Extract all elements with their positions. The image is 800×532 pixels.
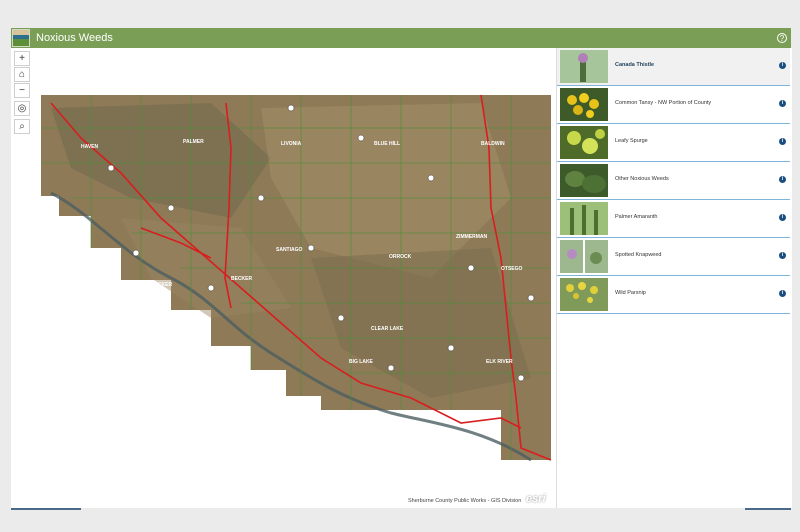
weed-item-leafy-spurge[interactable]: Leafy Spurge i (557, 124, 790, 162)
weed-item-label: Palmer Amaranth (615, 214, 658, 220)
town-label-otsego: OTSEGO (501, 266, 523, 272)
bottom-accent-left (11, 508, 81, 510)
info-icon[interactable]: i (779, 252, 786, 259)
info-icon[interactable]: i (779, 214, 786, 221)
town-label-zimmerman: ZIMMERMAN (456, 234, 487, 240)
esri-logo[interactable]: esri (526, 493, 546, 505)
town-label-palmer: PALMER (183, 139, 204, 145)
info-icon[interactable]: i (779, 176, 786, 183)
weed-item-label: Leafy Spurge (615, 138, 648, 144)
weed-list-panel: Canada Thistle i Common Tansy - NW Porti… (556, 48, 792, 508)
town-label-livonia: LIVONIA (281, 141, 302, 147)
weed-item-canada-thistle[interactable]: Canada Thistle i (557, 48, 790, 86)
info-icon[interactable]: i (779, 290, 786, 297)
town-label-elk-river: ELK RIVER (486, 359, 513, 365)
weed-item-label: Common Tansy - NW Portion of County (615, 100, 712, 106)
town-label-baldwin: BALDWIN (481, 141, 505, 147)
weed-item-other-noxious-weeds[interactable]: Other Noxious Weeds i (557, 162, 790, 200)
town-label-santiago: SANTIAGO (276, 247, 303, 253)
town-label-clear-lake: CLEAR LAKE (371, 326, 404, 332)
town-label-becker: BECKER (151, 282, 173, 288)
home-button[interactable]: ⌂ (14, 67, 30, 82)
canada-thistle-thumbnail (560, 50, 608, 83)
bottom-accent-right (745, 508, 791, 510)
wild-parsnip-thumbnail (560, 278, 608, 311)
info-icon[interactable]: i (779, 62, 786, 69)
app-logo (12, 29, 30, 47)
weed-item-spotted-knapweed[interactable]: Spotted Knapweed i (557, 238, 790, 276)
weed-item-label: Canada Thistle (615, 62, 655, 68)
app-window: Noxious Weeds ? HAVEN PALMER LIVONIA BLU… (11, 28, 792, 508)
search-button[interactable]: ⌕ (14, 119, 30, 134)
weed-item-label: Wild Parsnip (615, 290, 646, 296)
spotted-knapweed-thumbnail (560, 240, 608, 273)
town-label-blue-hill: BLUE HILL (374, 141, 400, 147)
map-view[interactable]: HAVEN PALMER LIVONIA BLUE HILL BALDWIN B… (11, 48, 556, 508)
weed-item-palmer-amaranth[interactable]: Palmer Amaranth i (557, 200, 790, 238)
weed-item-wild-parsnip[interactable]: Wild Parsnip i (557, 276, 790, 314)
zoom-in-button[interactable]: + (14, 51, 30, 66)
info-icon[interactable]: i (779, 100, 786, 107)
common-tansy-thumbnail (560, 88, 608, 121)
weed-item-label: Other Noxious Weeds (615, 176, 669, 182)
weed-item-common-tansy[interactable]: Common Tansy - NW Portion of County i (557, 86, 790, 124)
locate-button[interactable]: ◎ (14, 101, 30, 116)
palmer-amaranth-thumbnail (560, 202, 608, 235)
town-label-haven: HAVEN (81, 144, 99, 150)
leafy-spurge-thumbnail (560, 126, 608, 159)
map-toolbar: + ⌂ − ◎ ⌕ (14, 51, 30, 135)
other-noxious-weeds-thumbnail (560, 164, 608, 197)
map-attribution[interactable]: Sherburne County Public Works - GIS Divi… (408, 498, 521, 504)
app-title: Noxious Weeds (36, 32, 113, 44)
map-canvas[interactable]: HAVEN PALMER LIVONIA BLUE HILL BALDWIN B… (11, 48, 556, 508)
town-label-becker-city: BECKER (231, 276, 253, 282)
town-label-big-lake: BIG LAKE (349, 359, 374, 365)
app-header: Noxious Weeds ? (11, 28, 791, 48)
weed-item-label: Spotted Knapweed (615, 252, 662, 258)
town-label-orrock: ORROCK (389, 254, 412, 260)
zoom-out-button[interactable]: − (14, 83, 30, 98)
help-icon[interactable]: ? (777, 33, 787, 43)
info-icon[interactable]: i (779, 138, 786, 145)
